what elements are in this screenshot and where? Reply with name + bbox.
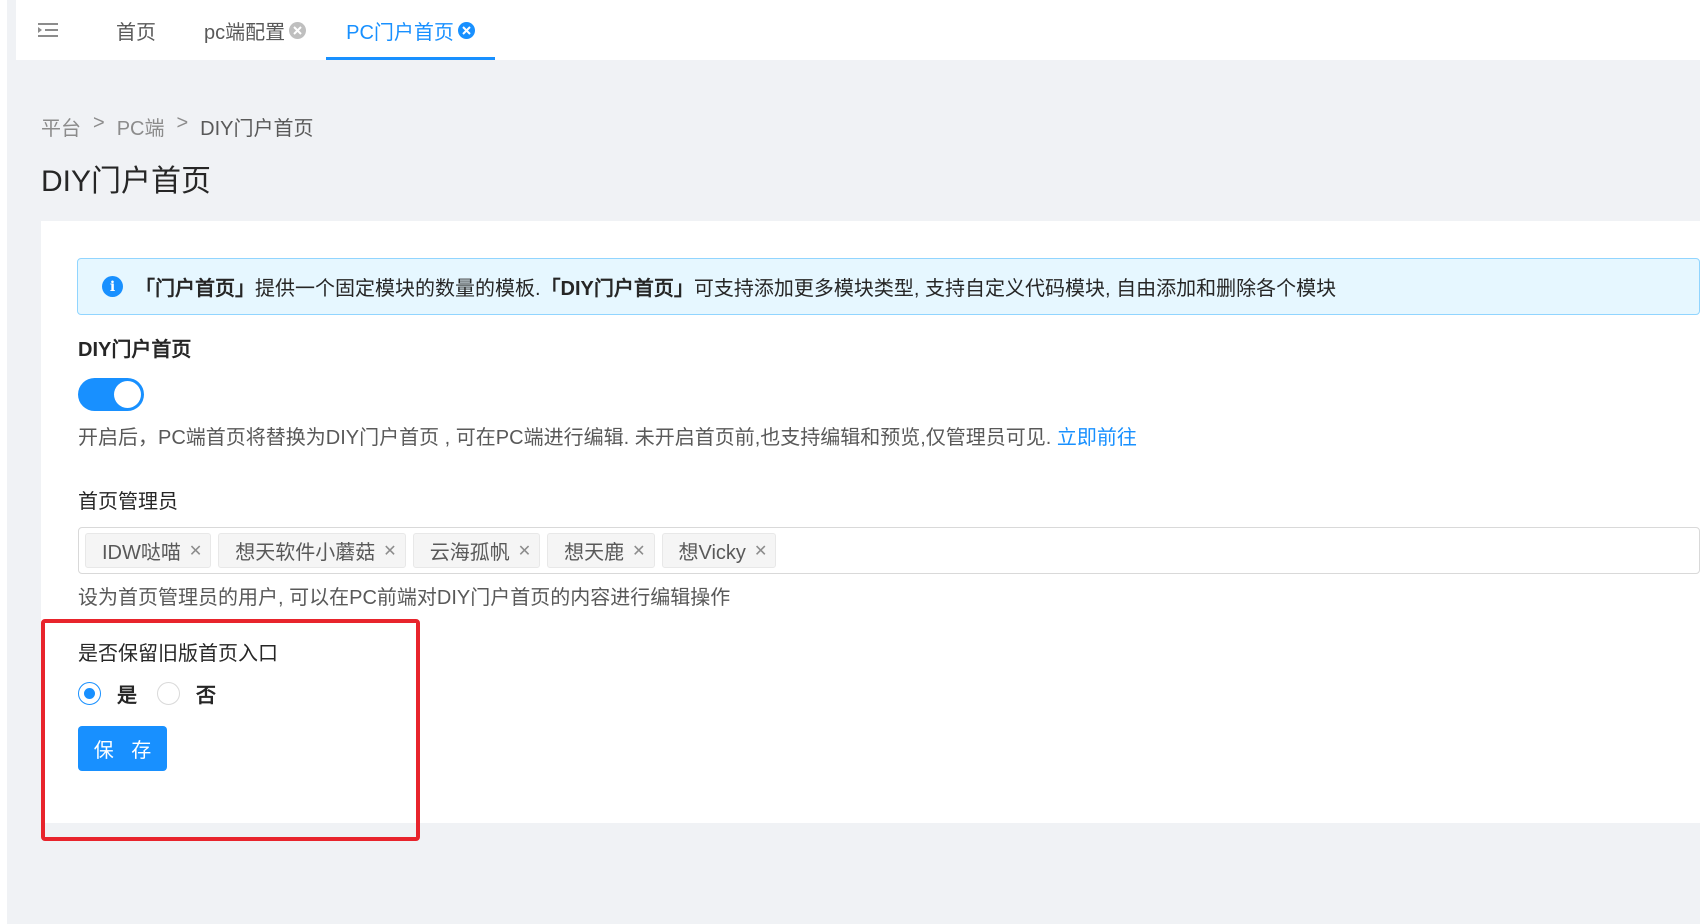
tab-bar: 首页 pc端配置 PC门户首页 <box>16 0 1700 60</box>
go-now-link[interactable]: 立即前往 <box>1057 427 1137 449</box>
admin-label: 首页管理员 <box>78 491 178 513</box>
admin-hint: 设为首页管理员的用户, 可以在PC前端对DIY门户首页的内容进行编辑操作 <box>78 587 731 609</box>
admin-tag: 想天鹿 ✕ <box>547 533 655 568</box>
breadcrumb-separator: > <box>93 112 105 134</box>
breadcrumb-current: DIY门户首页 <box>200 118 314 140</box>
admin-tag: 云海孤帆 ✕ <box>412 533 541 568</box>
alert-bold-2: 「DIY门户首页」 <box>540 278 694 300</box>
switch-description: 开启后，PC端首页将替换为DIY门户首页 , 可在PC端进行编辑. 未开启首页前… <box>78 421 1137 450</box>
tag-label: 想天鹿 <box>564 542 625 564</box>
breadcrumb: 平台 > PC端 > DIY门户首页 <box>41 112 314 141</box>
tag-remove-icon[interactable]: ✕ <box>754 541 767 561</box>
tab-label: PC门户首页 <box>346 21 454 44</box>
admin-tag: 想Vicky ✕ <box>661 533 777 568</box>
info-icon: i <box>102 276 123 297</box>
alert-text-2: 可支持添加更多模块类型, 支持自定义代码模块, 自由添加和删除各个模块 <box>693 278 1337 300</box>
page-title: DIY门户首页 <box>41 165 212 198</box>
tab-label: 首页 <box>116 21 156 44</box>
tag-remove-icon[interactable]: ✕ <box>632 541 645 561</box>
close-icon[interactable] <box>457 21 475 39</box>
tab-pc-config[interactable]: pc端配置 <box>184 0 326 60</box>
annotation-highlight-box <box>41 619 420 841</box>
admin-select[interactable]: IDW哒喵 ✕ 想天软件小蘑菇 ✕ 云海孤帆 ✕ 想天鹿 ✕ 想Vicky ✕ <box>78 527 1700 574</box>
tag-remove-icon[interactable]: ✕ <box>189 541 202 561</box>
tag-label: 云海孤帆 <box>429 542 510 564</box>
admin-tag: 想天软件小蘑菇 ✕ <box>218 533 406 568</box>
tag-label: 想天软件小蘑菇 <box>235 542 376 564</box>
left-strip <box>0 0 7 924</box>
tag-remove-icon[interactable]: ✕ <box>383 541 396 561</box>
tab-pc-portal-home[interactable]: PC门户首页 <box>326 0 495 60</box>
tab-label: pc端配置 <box>204 21 286 44</box>
breadcrumb-item[interactable]: PC端 <box>117 112 165 141</box>
alert-text-1: 提供一个固定模块的数量的模板. <box>255 278 541 300</box>
tab-home[interactable]: 首页 <box>80 0 184 60</box>
tag-label: 想Vicky <box>678 542 746 564</box>
tag-remove-icon[interactable]: ✕ <box>518 541 531 561</box>
close-icon[interactable] <box>289 21 307 39</box>
breadcrumb-separator: > <box>176 112 189 134</box>
diy-section-label: DIY门户首页 <box>78 339 192 361</box>
switch-knob <box>114 381 141 408</box>
diy-enable-switch[interactable] <box>78 378 144 411</box>
info-alert: i 「门户首页」 提供一个固定模块的数量的模板. 「DIY门户首页」 可支持添加… <box>77 258 1700 315</box>
menu-collapse-icon[interactable] <box>16 0 80 60</box>
tag-label: IDW哒喵 <box>102 542 181 564</box>
breadcrumb-item[interactable]: 平台 <box>41 112 81 141</box>
alert-bold-1: 「门户首页」 <box>135 278 255 300</box>
switch-description-text: 开启后，PC端首页将替换为DIY门户首页 , 可在PC端进行编辑. 未开启首页前… <box>78 427 1052 449</box>
admin-tag: IDW哒喵 ✕ <box>85 533 212 568</box>
